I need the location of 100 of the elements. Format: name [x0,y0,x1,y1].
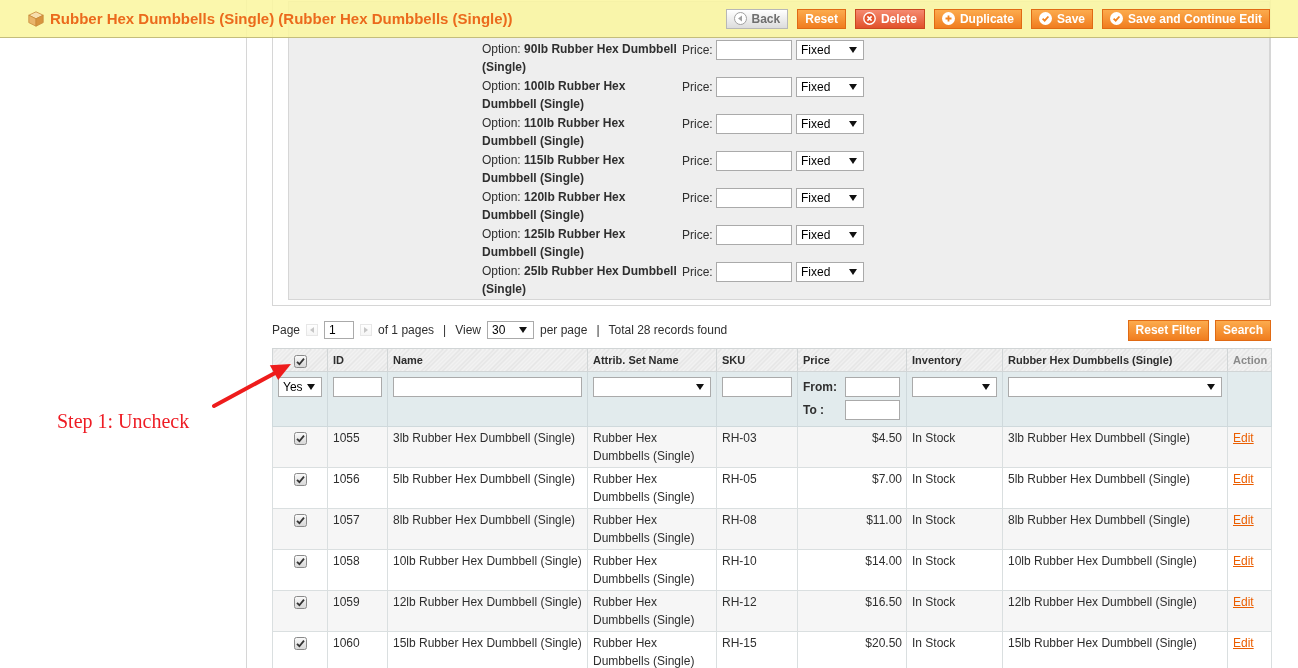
option-label: Option: 125lb Rubber Hex Dumbbell (Single) [482,226,627,261]
table-cell: RH-10 [716,549,798,591]
filter-input[interactable] [333,377,382,397]
caret-icon [849,269,857,275]
column-header[interactable]: Name [387,348,588,372]
price-to-input[interactable] [845,400,900,420]
price-label: Price: [682,116,714,133]
filter-select[interactable]: Yes [278,377,322,397]
price-type-select[interactable]: Fixed [796,77,864,97]
table-cell: 5lb Rubber Hex Dumbbell (Single) [1002,467,1228,509]
checkbox[interactable] [294,555,307,568]
table-cell: Rubber Hex Dumbbells (Single) [587,426,717,468]
table-cell: RH-05 [716,467,798,509]
checkbox[interactable] [294,432,307,445]
table-cell: 8lb Rubber Hex Dumbbell (Single) [387,508,588,550]
price-input[interactable] [716,262,792,282]
table-cell: In Stock [906,549,1003,591]
option-label: Option: 115lb Rubber Hex Dumbbell (Single) [482,152,626,187]
filter-select[interactable] [912,377,997,397]
table-cell: Rubber Hex Dumbbells (Single) [587,508,717,550]
filter-select[interactable] [1008,377,1222,397]
table-cell: $11.00 [797,508,907,550]
triangle-right-icon [364,327,369,333]
per-page-select[interactable]: 30 [487,321,534,339]
caret-icon [849,47,857,53]
price-type-select[interactable]: Fixed [796,151,864,171]
checkbox[interactable] [294,473,307,486]
table-cell: In Stock [906,467,1003,509]
column-header[interactable]: Attrib. Set Name [587,348,717,372]
step-annotation: Step 1: Uncheck [57,410,190,433]
separator-text: | [443,323,447,337]
price-label: Price: [682,153,714,170]
table-cell: 12lb Rubber Hex Dumbbell (Single) [1002,590,1228,632]
pager-text: Total 28 records found [608,323,728,337]
page-title: Rubber Hex Dumbbells (Single) (Rubber Hex Dumbbells (Single)) [50,10,513,27]
price-input[interactable] [716,151,792,171]
pager-text: View [455,323,481,337]
caret-icon [519,327,527,333]
price-input[interactable] [716,225,792,245]
column-header[interactable]: SKU [716,348,798,372]
table-cell: 1059 [327,590,388,632]
option-label: Option: 90lb Rubber Hex Dumbbell (Single) [482,41,678,76]
back-button[interactable]: Back [725,8,789,29]
caret-icon [849,121,857,127]
table-cell: RH-08 [716,508,798,550]
price-label: Price: [682,264,714,281]
table-cell: 3lb Rubber Hex Dumbbell (Single) [387,426,588,468]
caret-icon [849,84,857,90]
checkbox[interactable] [294,637,307,650]
plus-circle-icon [941,12,955,25]
table-cell: $7.00 [797,467,907,509]
column-header: Action [1227,348,1272,372]
column-header[interactable]: Rubber Hex Dumbbells (Single) [1002,348,1228,372]
price-type-select[interactable]: Fixed [796,225,864,245]
checkbox[interactable] [294,514,307,527]
caret-icon [982,384,990,390]
caret-icon [696,384,704,390]
pager-text: per page [540,323,588,337]
table-cell: 5lb Rubber Hex Dumbbell (Single) [387,467,588,509]
table-cell: $14.00 [797,549,907,591]
table-cell: 12lb Rubber Hex Dumbbell (Single) [387,590,588,632]
checkbox[interactable] [294,355,307,368]
checkbox[interactable] [294,596,307,609]
pager-text: of 1 pages [378,323,435,337]
column-header[interactable]: Inventory [906,348,1003,372]
caret-icon [307,384,315,390]
filter-select[interactable] [593,377,711,397]
caret-icon [1207,384,1215,390]
to-label: To : [803,403,826,417]
pager-text: Page [272,323,301,337]
price-label: Price: [682,79,714,96]
table-cell: 1056 [327,467,388,509]
price-from-input[interactable] [845,377,900,397]
price-type-select[interactable]: Fixed [796,262,864,282]
option-label: Option: 25lb Rubber Hex Dumbbell (Single) [482,263,678,298]
caret-icon [849,158,857,164]
price-type-select[interactable]: Fixed [796,114,864,134]
page-input[interactable]: 1 [324,321,355,339]
separator-text: | [596,323,600,337]
package-icon [28,10,44,27]
price-type-select[interactable]: Fixed [796,40,864,60]
table-cell: In Stock [906,426,1003,468]
table-cell: In Stock [906,590,1003,632]
price-input[interactable] [716,188,792,208]
price-input[interactable] [716,40,792,60]
filter-input[interactable] [393,377,582,397]
check-circle-icon [1038,12,1052,25]
price-input[interactable] [716,77,792,97]
column-header[interactable]: Price [797,348,907,372]
price-type-select[interactable]: Fixed [796,188,864,208]
price-input[interactable] [716,114,792,134]
filter-input[interactable] [722,377,792,397]
price-label: Price: [682,190,714,207]
table-cell: 1057 [327,508,388,550]
table-cell: Rubber Hex Dumbbells (Single) [587,590,717,632]
option-label: Option: 100lb Rubber Hex Dumbbell (Single) [482,78,627,113]
price-label: Price: [682,227,714,244]
column-header[interactable]: ID [327,348,388,372]
price-label: Price: [682,42,714,59]
table-cell: RH-12 [716,590,798,632]
